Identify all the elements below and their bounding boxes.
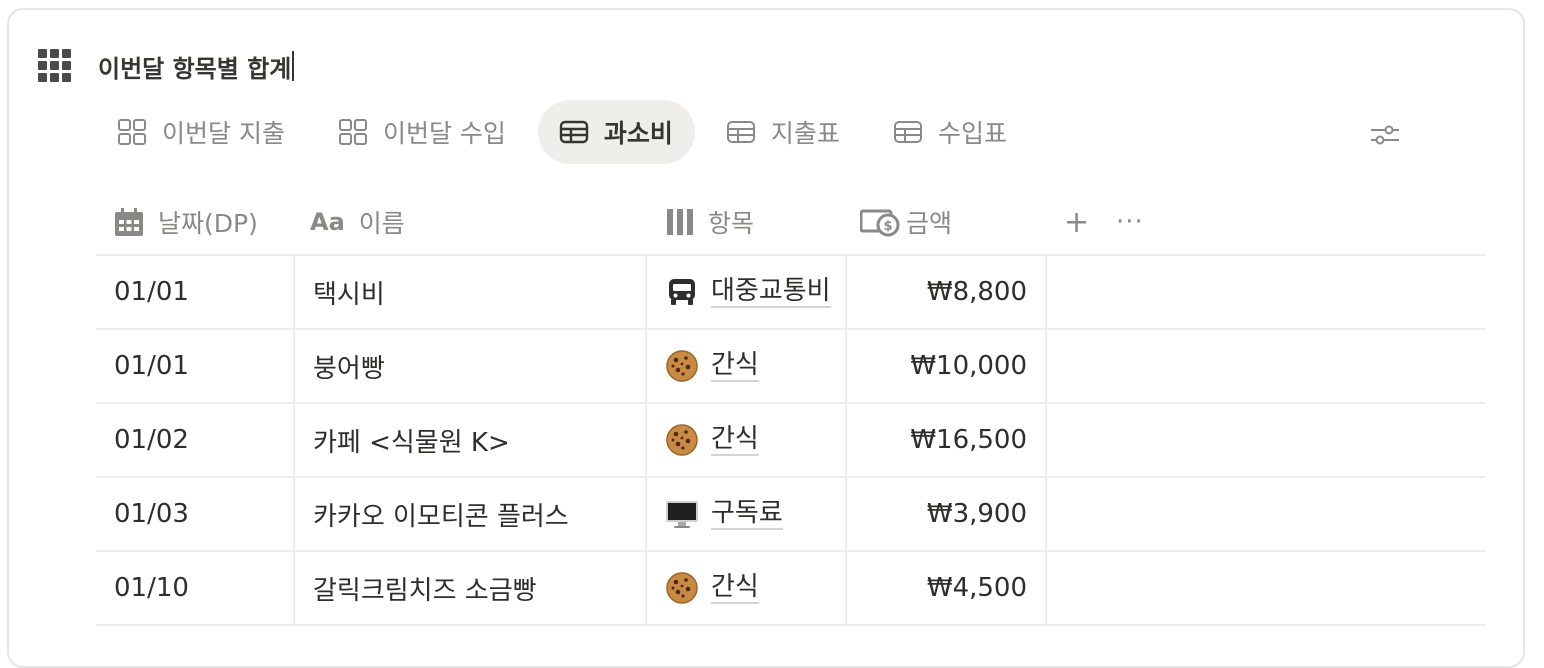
category-cell[interactable]: 구독료 bbox=[647, 478, 847, 550]
gallery-icon bbox=[337, 118, 369, 146]
tab-label: 이번달 수입 bbox=[382, 119, 506, 148]
name-cell[interactable]: 카카오 이모티콘 플러스 bbox=[295, 478, 647, 550]
amount-cell[interactable]: ₩8,800 bbox=[847, 256, 1047, 328]
category-label: 구독료 bbox=[711, 498, 783, 530]
table-row[interactable]: 01/01 붕어빵 간식 ₩10,000 bbox=[96, 328, 1486, 402]
tab-label: 지출표 bbox=[770, 119, 840, 148]
column-label: 이름 bbox=[358, 209, 405, 238]
table-icon bbox=[892, 118, 924, 146]
table-icon bbox=[725, 118, 757, 146]
database-grid-icon[interactable] bbox=[38, 49, 72, 83]
tab-expense-table[interactable]: 지출표 bbox=[705, 100, 862, 164]
tab-overspending[interactable]: 과소비 bbox=[537, 100, 695, 164]
name-cell[interactable]: 카페 <식물원 K> bbox=[295, 404, 647, 476]
category-label: 간식 bbox=[711, 350, 759, 382]
amount-cell[interactable]: ₩3,900 bbox=[847, 478, 1047, 550]
view-tabs: 이번달 지출 이번달 수입 과소비 지출표 수입표 bbox=[96, 100, 1039, 164]
database-title-row: 이번달 항목별 합계 bbox=[38, 44, 295, 88]
table-row[interactable]: 01/03 카카오 이모티콘 플러스 구독료 ₩3,900 bbox=[96, 476, 1486, 550]
bus-icon bbox=[665, 275, 699, 309]
table-row[interactable]: 01/10 갈릭크림치즈 소금빵 간식 ₩4,500 bbox=[96, 550, 1486, 626]
date-cell[interactable]: 01/01 bbox=[96, 330, 295, 402]
tab-label: 이번달 지출 bbox=[162, 119, 285, 148]
tab-label: 과소비 bbox=[603, 119, 673, 148]
cookie-icon bbox=[665, 571, 699, 605]
column-header-name[interactable]: Aa 이름 bbox=[310, 190, 405, 254]
column-label: 금액 bbox=[906, 209, 953, 238]
column-label: 날짜(DP) bbox=[158, 209, 258, 238]
column-header-amount[interactable]: $ 금액 bbox=[860, 190, 952, 254]
database-title[interactable]: 이번달 항목별 합계 bbox=[98, 49, 295, 84]
more-options-button[interactable]: ··· bbox=[1116, 190, 1144, 254]
table-icon bbox=[558, 118, 590, 146]
table-row[interactable]: 01/01 택시비 대중교통비 ₩8,800 bbox=[96, 254, 1486, 328]
date-cell[interactable]: 01/02 bbox=[96, 404, 295, 476]
category-cell[interactable]: 간식 bbox=[647, 404, 847, 476]
add-column-button[interactable]: + bbox=[1064, 190, 1089, 254]
name-cell[interactable]: 갈릭크림치즈 소금빵 bbox=[295, 552, 647, 624]
tab-this-month-income[interactable]: 이번달 수입 bbox=[317, 100, 528, 164]
select-bars-icon bbox=[666, 208, 694, 236]
amount-cell[interactable]: ₩16,500 bbox=[847, 404, 1047, 476]
name-cell[interactable]: 택시비 bbox=[295, 256, 647, 328]
table-row[interactable]: 01/02 카페 <식물원 K> 간식 ₩16,500 bbox=[96, 402, 1486, 476]
column-header-category[interactable]: 항목 bbox=[666, 190, 754, 254]
date-cell[interactable]: 01/01 bbox=[96, 256, 295, 328]
cookie-icon bbox=[665, 423, 699, 457]
tab-this-month-expense[interactable]: 이번달 지출 bbox=[96, 100, 307, 164]
table-header: 날짜(DP) Aa 이름 항목 $ 금액 + ··· bbox=[96, 190, 1486, 254]
amount-cell[interactable]: ₩4,500 bbox=[847, 552, 1047, 624]
computer-icon bbox=[665, 497, 699, 531]
category-cell[interactable]: 간식 bbox=[647, 330, 847, 402]
category-label: 간식 bbox=[711, 424, 759, 456]
money-icon: $ bbox=[860, 207, 900, 237]
date-cell[interactable]: 01/10 bbox=[96, 552, 295, 624]
category-label: 간식 bbox=[711, 572, 759, 604]
category-cell[interactable]: 대중교통비 bbox=[647, 256, 847, 328]
category-label: 대중교통비 bbox=[711, 276, 831, 308]
text-cursor bbox=[292, 51, 295, 81]
tab-label: 수입표 bbox=[937, 119, 1007, 148]
amount-cell[interactable]: ₩10,000 bbox=[847, 330, 1047, 402]
gallery-icon bbox=[116, 118, 148, 146]
svg-text:$: $ bbox=[883, 219, 892, 234]
column-label: 항목 bbox=[708, 209, 755, 238]
table-body: 01/01 택시비 대중교통비 ₩8,800 01/01 붕어빵 간식 ₩10,… bbox=[96, 254, 1486, 626]
date-cell[interactable]: 01/03 bbox=[96, 478, 295, 550]
view-settings-icon[interactable] bbox=[1368, 120, 1402, 150]
name-cell[interactable]: 붕어빵 bbox=[295, 330, 647, 402]
tab-income-table[interactable]: 수입표 bbox=[872, 100, 1029, 164]
column-header-date[interactable]: 날짜(DP) bbox=[114, 190, 258, 254]
calendar-icon bbox=[114, 207, 144, 237]
category-cell[interactable]: 간식 bbox=[647, 552, 847, 624]
cookie-icon bbox=[665, 349, 699, 383]
text-aa-icon: Aa bbox=[310, 208, 345, 236]
